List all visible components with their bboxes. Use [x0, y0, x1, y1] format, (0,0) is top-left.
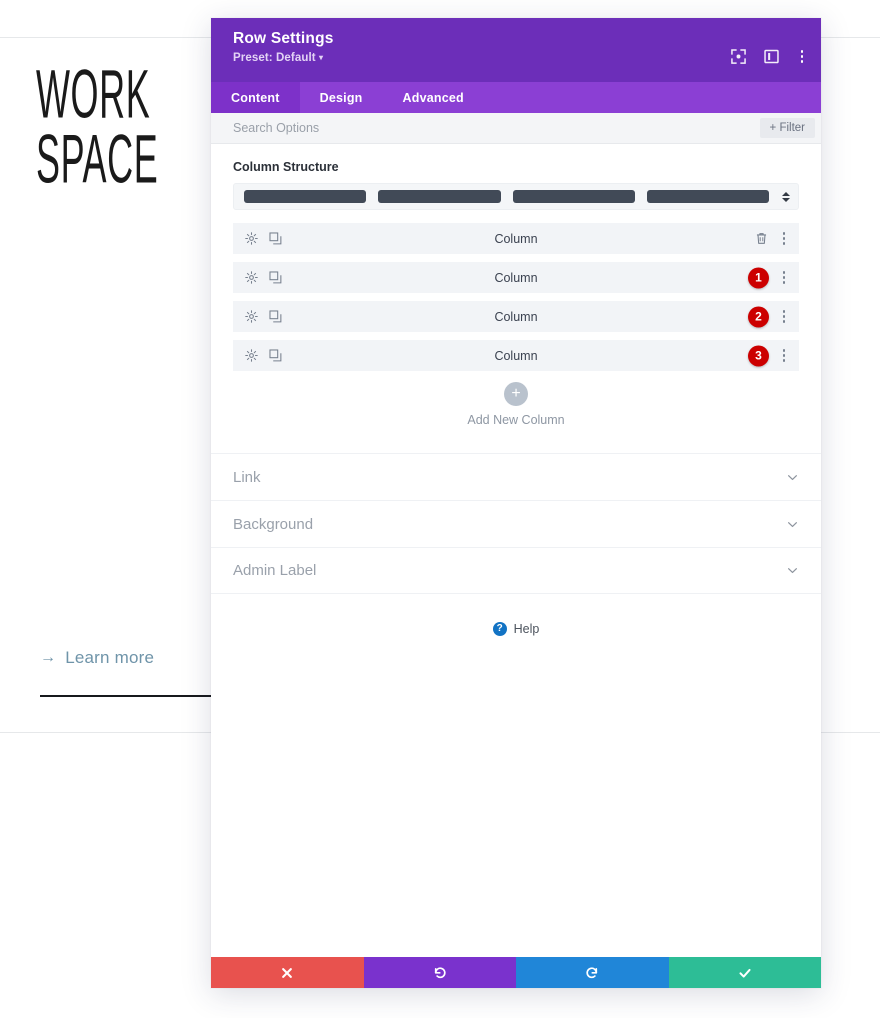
arrow-right-icon: → — [40, 649, 57, 666]
column-row[interactable]: Column 3 — [233, 340, 799, 371]
check-icon — [739, 968, 751, 978]
plus-icon: + — [504, 382, 528, 406]
step-badge-1: 1 — [748, 267, 769, 288]
fullscreen-icon[interactable] — [730, 49, 746, 64]
help-link[interactable]: ? Help — [211, 594, 821, 636]
duplicate-icon[interactable] — [269, 349, 282, 362]
duplicate-icon[interactable] — [269, 232, 282, 245]
gear-icon[interactable] — [245, 271, 258, 284]
add-new-column-label: Add New Column — [467, 413, 565, 427]
duplicate-icon[interactable] — [269, 271, 282, 284]
column-row-label: Column — [494, 231, 538, 246]
column-row-right-actions — [755, 231, 790, 246]
select-caret-icon — [781, 191, 790, 202]
more-options-icon[interactable] — [797, 49, 808, 64]
structure-bar — [244, 190, 367, 203]
column-row-label: Column — [494, 309, 538, 324]
logo-line-2: SPACE — [36, 121, 159, 198]
accordion-link-label: Link — [233, 468, 261, 486]
help-label: Help — [513, 622, 540, 636]
search-input[interactable] — [233, 121, 760, 135]
modal-tabs: Content Design Advanced — [211, 82, 821, 113]
tab-content[interactable]: Content — [211, 82, 300, 113]
accordion-admin-label-label: Admin Label — [233, 562, 317, 579]
accordion-admin-label[interactable]: Admin Label — [211, 547, 821, 594]
column-more-options-icon[interactable] — [779, 309, 790, 324]
preset-selector[interactable]: Preset: Default ▾ — [233, 52, 801, 64]
modal-header-actions — [730, 49, 808, 64]
panel-layout-icon[interactable] — [763, 49, 779, 64]
structure-bar — [512, 190, 635, 203]
column-structure-select[interactable] — [233, 183, 799, 210]
modal-header: Row Settings Preset: Default ▾ — [211, 18, 821, 82]
modal-footer — [211, 957, 821, 988]
column-more-options-icon[interactable] — [779, 348, 790, 363]
trash-icon[interactable] — [755, 232, 768, 245]
accordion-link[interactable]: Link — [211, 453, 821, 500]
tab-advanced[interactable]: Advanced — [383, 82, 484, 113]
redo-icon — [586, 966, 598, 978]
column-structure-label: Column Structure — [233, 160, 339, 174]
learn-more-label: Learn more — [65, 648, 155, 667]
chevron-down-icon — [787, 568, 798, 574]
column-row[interactable]: Column 1 — [233, 262, 799, 293]
structure-bar — [378, 190, 501, 203]
gear-icon[interactable] — [245, 349, 258, 362]
column-more-options-icon[interactable] — [779, 270, 790, 285]
help-icon: ? — [492, 622, 507, 636]
column-row-left-actions — [245, 310, 282, 323]
settings-accordions: Link Background Admin Label — [211, 453, 821, 594]
column-row[interactable]: Column — [233, 223, 799, 254]
gear-icon[interactable] — [245, 232, 258, 245]
search-bar: + Filter — [211, 113, 821, 144]
duplicate-icon[interactable] — [269, 310, 282, 323]
modal-body: Column Structure Column Column 1 Column … — [211, 144, 821, 957]
redo-button[interactable] — [516, 957, 669, 988]
column-row-label: Column — [494, 270, 538, 285]
tab-design[interactable]: Design — [300, 82, 383, 113]
row-settings-modal: Row Settings Preset: Default ▾ Content D… — [211, 18, 821, 988]
chevron-down-icon: ▾ — [318, 53, 324, 62]
column-list: Column Column 1 Column 2 Column 3 — [233, 223, 799, 371]
step-badge-2: 2 — [748, 306, 769, 327]
column-row-label: Column — [494, 348, 538, 363]
chevron-down-icon — [787, 474, 798, 480]
screen: WORK SPACE → Learn more Row Settings Pre… — [0, 0, 880, 1018]
learn-more-link[interactable]: → Learn more — [40, 648, 212, 668]
column-row[interactable]: Column 2 — [233, 301, 799, 332]
accordion-background[interactable]: Background — [211, 500, 821, 547]
gear-icon[interactable] — [245, 310, 258, 323]
step-badge-3: 3 — [748, 345, 769, 366]
undo-button[interactable] — [363, 957, 516, 988]
modal-title: Row Settings — [233, 30, 334, 47]
column-row-left-actions — [245, 232, 282, 245]
x-icon — [282, 967, 293, 978]
column-more-options-icon[interactable] — [779, 231, 790, 246]
add-new-column-button[interactable]: + Add New Column — [233, 382, 799, 427]
undo-icon — [434, 966, 446, 978]
column-structure-section: Column Structure Column Column 1 Column … — [211, 144, 821, 427]
learn-more-wrap: → Learn more — [40, 648, 212, 668]
save-button[interactable] — [668, 957, 821, 988]
column-row-left-actions — [245, 349, 282, 362]
chevron-down-icon — [787, 521, 798, 527]
workspace-logo: WORK SPACE — [36, 60, 158, 193]
structure-bar — [646, 190, 769, 203]
preset-label: Preset: Default — [233, 52, 316, 64]
cancel-button[interactable] — [211, 957, 364, 988]
column-row-left-actions — [245, 271, 282, 284]
accordion-background-label: Background — [233, 515, 314, 533]
filter-button[interactable]: + Filter — [759, 118, 815, 138]
